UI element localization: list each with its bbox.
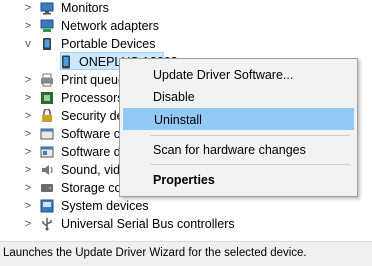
chevron-right-icon[interactable]: >: [21, 17, 35, 35]
menu-item-uninstall[interactable]: Uninstall: [123, 108, 354, 130]
chevron-right-icon[interactable]: >: [21, 143, 35, 161]
printer-icon: [40, 73, 54, 87]
storage-controller-icon: [40, 181, 54, 195]
status-bar: Launches the Update Driver Wizard for th…: [0, 241, 372, 266]
chevron-right-icon[interactable]: >: [21, 197, 35, 215]
tree-item-label: Universal Serial Bus controllers: [61, 217, 235, 231]
status-text: Launches the Update Driver Wizard for th…: [3, 247, 307, 259]
software-component-icon: [40, 127, 54, 141]
software-device-icon: [40, 145, 54, 159]
tree-item-label: Network adapters: [61, 19, 159, 33]
tree-item-system-devices[interactable]: > System devices: [0, 197, 372, 215]
network-adapter-icon: [40, 19, 54, 33]
chevron-right-icon[interactable]: >: [21, 125, 35, 143]
tree-item-label: Security de: [61, 109, 124, 123]
tree-item-label: Software de: [61, 145, 128, 159]
chevron-right-icon[interactable]: >: [21, 107, 35, 125]
menu-separator: [150, 135, 350, 136]
tree-item-label: Monitors: [61, 1, 109, 15]
tree-item-label: System devices: [61, 199, 149, 213]
context-menu: Update Driver Software... Disable Uninst…: [119, 58, 358, 197]
tree-item-monitors[interactable]: > Monitors: [0, 0, 372, 17]
chevron-right-icon[interactable]: >: [21, 71, 35, 89]
tree-item-label: Software co: [61, 127, 128, 141]
monitor-icon: [40, 1, 54, 15]
tree-item-label: Portable Devices: [61, 37, 156, 51]
tree-item-portable-devices[interactable]: v Portable Devices: [0, 35, 372, 53]
system-devices-icon: [40, 199, 54, 213]
tree-item-label: Processors: [61, 91, 124, 105]
chevron-right-icon[interactable]: >: [21, 215, 35, 233]
portable-devices-icon: [40, 37, 54, 51]
tree-item-label: Sound, vide: [61, 163, 128, 177]
chevron-right-icon[interactable]: >: [21, 161, 35, 179]
speaker-icon: [40, 163, 54, 177]
menu-item-update-driver[interactable]: Update Driver Software...: [123, 64, 354, 86]
tree-item-label: Print queue: [61, 73, 125, 87]
menu-item-properties[interactable]: Properties: [123, 169, 354, 191]
chevron-right-icon[interactable]: >: [21, 179, 35, 197]
chevron-right-icon[interactable]: >: [21, 0, 35, 17]
phone-icon: [59, 55, 73, 69]
processor-icon: [40, 91, 54, 105]
chevron-right-icon[interactable]: >: [21, 89, 35, 107]
tree-item-network-adapters[interactable]: > Network adapters: [0, 17, 372, 35]
usb-icon: [40, 217, 54, 231]
menu-item-scan-hardware[interactable]: Scan for hardware changes: [123, 139, 354, 161]
menu-item-disable[interactable]: Disable: [123, 86, 354, 108]
tree-item-usb-controllers[interactable]: > Universal Serial Bus controllers: [0, 215, 372, 233]
menu-separator: [150, 164, 350, 165]
chevron-down-icon[interactable]: v: [21, 35, 35, 53]
security-device-icon: [40, 108, 54, 123]
